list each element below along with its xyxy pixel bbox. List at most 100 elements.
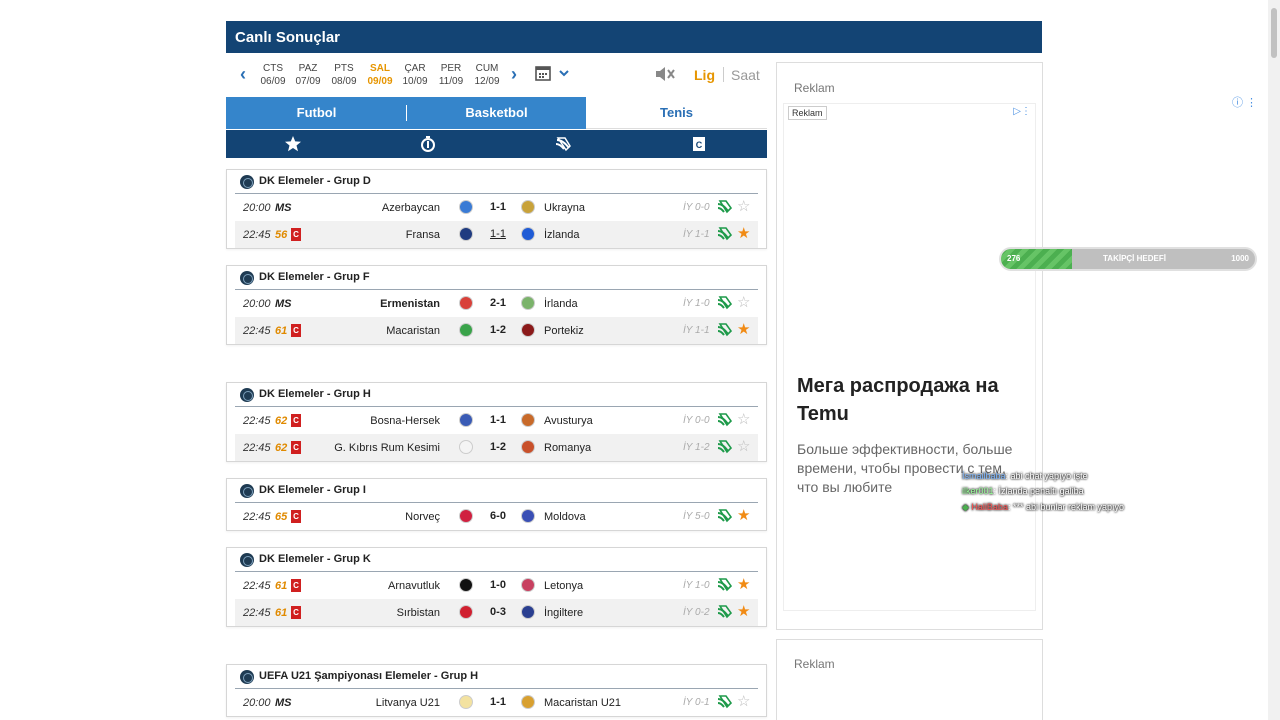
match-minute: 61	[275, 325, 288, 337]
halftime-score: İY 1-2	[683, 442, 710, 453]
away-team-logo-icon	[521, 695, 535, 709]
match-score[interactable]: 1-0	[485, 579, 511, 591]
page-scrollbar[interactable]	[1268, 0, 1280, 720]
match-score[interactable]: 6-0	[485, 510, 511, 522]
league-card: DK Elemeler - Grup K 22:45 61 C Arnavutluk 1-…	[226, 547, 767, 627]
league-header[interactable]: DK Elemeler - Grup D	[235, 170, 758, 194]
match-score[interactable]: 2-1	[485, 297, 511, 309]
date-item[interactable]: PAZ 07/09	[291, 62, 325, 88]
match-row[interactable]: 22:45 56 C Fransa 1-1 İzlanda İY 1-1 ★	[235, 221, 758, 248]
red-card-icon: C	[291, 510, 301, 523]
league-header[interactable]: UEFA U21 Şampiyonası Elemeler - Grup H	[235, 665, 758, 689]
halftime-score: İY 5-0	[683, 511, 710, 522]
page-title: Canlı Sonuçlar	[226, 21, 1042, 53]
star-icon[interactable]	[284, 136, 302, 152]
stopwatch-icon[interactable]	[419, 136, 437, 152]
mute-icon[interactable]	[654, 64, 676, 84]
next-date-button[interactable]: ›	[511, 64, 517, 85]
globe-icon	[240, 553, 254, 567]
sort-by-time-button[interactable]: Saat	[723, 67, 760, 83]
date-item[interactable]: ÇAR 10/09	[398, 62, 432, 88]
globe-icon	[240, 670, 254, 684]
favorite-star-icon[interactable]: ★	[737, 604, 750, 619]
match-time: 22:45	[243, 229, 271, 241]
favorite-star-icon[interactable]: ★	[737, 322, 750, 337]
match-score[interactable]: 1-1	[485, 201, 511, 213]
match-minute: 62	[275, 415, 288, 427]
league-card: DK Elemeler - Grup D 20:00 MS Azerbaycan 1-1…	[226, 169, 767, 249]
broadcast-icon[interactable]	[717, 605, 733, 619]
match-row[interactable]: 20:00 MS Litvanya U21 1-1 Macaristan U21 İY 0…	[235, 689, 758, 716]
favorite-star-icon[interactable]: ★	[737, 226, 750, 241]
match-row[interactable]: 22:45 65 C Norveç 6-0 Moldova İY 5-0 ★	[235, 503, 758, 530]
match-row[interactable]: 20:00 MS Ermenistan 2-1 İrlanda İY 1-0 ☆	[235, 290, 758, 317]
league-header[interactable]: DK Elemeler - Grup F	[235, 266, 758, 290]
match-status: MS	[275, 298, 292, 310]
match-status: MS	[275, 697, 292, 709]
broadcast-icon[interactable]	[717, 296, 733, 310]
broadcast-icon[interactable]	[717, 440, 733, 454]
date-item[interactable]: SAL 09/09	[363, 62, 397, 88]
adchoices-icon[interactable]: ▷⋮	[1013, 106, 1031, 117]
match-row[interactable]: 22:45 62 C Bosna-Hersek 1-1 Avusturya İY 0-0 ☆	[235, 407, 758, 434]
away-team-logo-icon	[521, 323, 535, 337]
tab-futbol[interactable]: Futbol	[226, 97, 407, 129]
broadcast-icon[interactable]	[717, 323, 733, 337]
broadcast-icon[interactable]	[717, 509, 733, 523]
home-team-logo-icon	[459, 605, 473, 619]
match-row[interactable]: 22:45 61 C Sırbistan 0-3 İngiltere İY 0-2 ★	[235, 599, 758, 626]
broadcast-icon[interactable]	[717, 227, 733, 241]
sort-by-league-button[interactable]: Lig	[694, 67, 715, 83]
league-header[interactable]: DK Elemeler - Grup K	[235, 548, 758, 572]
broadcast-icon[interactable]	[717, 578, 733, 592]
match-row[interactable]: 22:45 61 C Arnavutluk 1-0 Letonya İY 1-0 ★	[235, 572, 758, 599]
match-time: 20:00	[243, 298, 271, 310]
date-item[interactable]: PER 11/09	[434, 62, 468, 88]
match-score[interactable]: 1-2	[485, 441, 511, 453]
date-day: PAZ	[298, 63, 318, 74]
home-team-logo-icon	[459, 200, 473, 214]
league-header[interactable]: DK Elemeler - Grup H	[235, 383, 758, 407]
match-score[interactable]: 1-1	[485, 696, 511, 708]
date-item[interactable]: CTS 06/09	[256, 62, 290, 88]
ad-info-icon[interactable]: ⓘ ⋮	[1232, 94, 1257, 110]
favorite-star-icon[interactable]: ☆	[737, 412, 750, 427]
favorite-star-icon[interactable]: ☆	[737, 439, 750, 454]
prev-date-button[interactable]: ‹	[240, 64, 246, 85]
match-score[interactable]: 1-1	[485, 228, 511, 240]
broadcast-icon[interactable]	[717, 200, 733, 214]
match-row[interactable]: 22:45 62 C G. Kıbrıs Rum Kesimi 1-2 Romanya İY…	[235, 434, 758, 461]
tv-icon[interactable]	[555, 136, 573, 152]
ad-badge: Reklam	[788, 106, 827, 120]
ad-title[interactable]: Мега распродажа на Temu	[797, 372, 1022, 428]
ad-label-2: Reklam	[794, 657, 835, 671]
scrollbar-thumb[interactable]	[1271, 8, 1277, 58]
red-card-icon: C	[291, 414, 301, 427]
match-score[interactable]: 0-3	[485, 606, 511, 618]
tab-tenis[interactable]: Tenis	[586, 97, 767, 129]
card-icon[interactable]: C	[690, 136, 708, 152]
calendar-icon[interactable]	[534, 64, 574, 84]
match-row[interactable]: 20:00 MS Azerbaycan 1-1 Ukrayna İY 0-0 ☆	[235, 194, 758, 221]
away-team-logo-icon	[521, 440, 535, 454]
away-team-logo-icon	[521, 296, 535, 310]
match-score[interactable]: 1-1	[485, 414, 511, 426]
ad-creative[interactable]: Reklam ▷⋮ Мега распродажа на Temu Больше…	[783, 103, 1036, 611]
match-row[interactable]: 22:45 61 C Macaristan 1-2 Portekiz İY 1-1 ★	[235, 317, 758, 344]
match-score[interactable]: 1-2	[485, 324, 511, 336]
tab-basketbol[interactable]: Basketbol	[407, 97, 586, 129]
league-header[interactable]: DK Elemeler - Grup I	[235, 479, 758, 503]
date-item[interactable]: CUM 12/09	[470, 62, 504, 88]
favorite-star-icon[interactable]: ☆	[737, 199, 750, 214]
halftime-score: İY 1-0	[683, 298, 710, 309]
date-value: 08/09	[331, 76, 357, 87]
favorite-star-icon[interactable]: ☆	[737, 295, 750, 310]
favorite-star-icon[interactable]: ☆	[737, 694, 750, 709]
date-item[interactable]: PTS 08/09	[327, 62, 361, 88]
match-time: 22:45	[243, 442, 271, 454]
favorite-star-icon[interactable]: ★	[737, 577, 750, 592]
red-card-icon: C	[291, 579, 301, 592]
favorite-star-icon[interactable]: ★	[737, 508, 750, 523]
broadcast-icon[interactable]	[717, 695, 733, 709]
broadcast-icon[interactable]	[717, 413, 733, 427]
